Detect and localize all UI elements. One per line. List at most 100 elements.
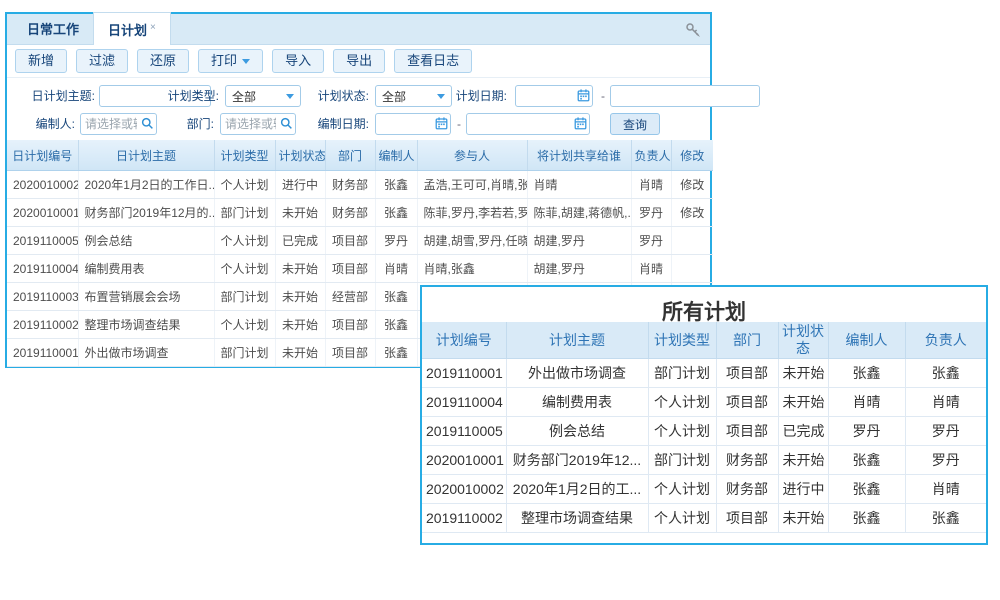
plan-type-label: 计划类型: bbox=[157, 85, 219, 107]
table-cell: 张鑫 bbox=[375, 283, 417, 311]
dept-label: 部门: bbox=[152, 113, 214, 135]
table-cell: 未开始 bbox=[275, 339, 325, 367]
plan-id-link[interactable]: 2020010002 bbox=[7, 171, 78, 199]
creator-input-wrap bbox=[80, 113, 157, 135]
plan-subject-link[interactable]: 编制费用表 bbox=[78, 255, 214, 283]
all-plans-title: 所有计划 bbox=[422, 287, 986, 322]
table-cell: 张鑫 bbox=[905, 359, 986, 388]
restore-button[interactable]: 还原 bbox=[137, 49, 189, 73]
calendar-icon[interactable] bbox=[435, 117, 448, 130]
col-header-owner: 负责人 bbox=[905, 322, 986, 359]
chevron-down-icon bbox=[437, 94, 445, 99]
table-cell: 项目部 bbox=[325, 227, 375, 255]
table-cell: 2020年1月2日的工... bbox=[506, 475, 648, 504]
col-header-subject: 计划主题 bbox=[506, 322, 648, 359]
created-date-from-wrap bbox=[375, 113, 451, 135]
table-cell: 肖晴 bbox=[905, 475, 986, 504]
add-button[interactable]: 新增 bbox=[15, 49, 67, 73]
owner-link[interactable]: 罗丹 bbox=[631, 199, 671, 227]
import-button[interactable]: 导入 bbox=[272, 49, 324, 73]
table-cell: 张鑫 bbox=[375, 339, 417, 367]
toolbar: 新增 过滤 还原 打印 导入 导出 查看日志 bbox=[7, 45, 710, 78]
filter-button[interactable]: 过滤 bbox=[76, 49, 128, 73]
col-header-plan-id: 日计划编号 bbox=[7, 140, 78, 171]
col-header-subject: 日计划主题 bbox=[78, 140, 214, 171]
table-cell: 财务部 bbox=[325, 171, 375, 199]
plan-id-link[interactable]: 2019110004 bbox=[7, 255, 78, 283]
calendar-icon[interactable] bbox=[574, 117, 587, 130]
plan-type-select[interactable]: 全部 bbox=[225, 85, 301, 107]
table-cell: 未开始 bbox=[778, 359, 828, 388]
tab-daily-work[interactable]: 日常工作 bbox=[13, 12, 93, 44]
search-button[interactable]: 查询 bbox=[610, 113, 660, 135]
participants-cell: 陈菲,罗丹,李若若,罗... bbox=[417, 199, 527, 227]
plan-date-to-input[interactable] bbox=[610, 85, 760, 107]
table-row: 2019110001外出做市场调查部门计划项目部未开始张鑫张鑫 bbox=[422, 359, 986, 388]
table-cell: 项目部 bbox=[325, 255, 375, 283]
export-button[interactable]: 导出 bbox=[333, 49, 385, 73]
modify-link[interactable]: 修改 bbox=[671, 171, 713, 199]
table-cell: 个人计划 bbox=[648, 417, 716, 446]
plan-id-link[interactable]: 2020010001 bbox=[7, 199, 78, 227]
table-cell: 项目部 bbox=[716, 417, 778, 446]
owner-link[interactable]: 罗丹 bbox=[631, 227, 671, 255]
calendar-icon[interactable] bbox=[577, 89, 590, 102]
plan-subject-link[interactable]: 外出做市场调查 bbox=[78, 339, 214, 367]
plan-subject-link[interactable]: 2020年1月2日的工作日... bbox=[78, 171, 214, 199]
table-cell: 张鑫 bbox=[375, 199, 417, 227]
owner-link[interactable]: 肖晴 bbox=[631, 171, 671, 199]
plan-subject-link[interactable]: 整理市场调查结果 bbox=[78, 311, 214, 339]
table-cell: 肖晴 bbox=[828, 388, 905, 417]
table-cell: 整理市场调查结果 bbox=[506, 504, 648, 533]
plan-date-to-wrap bbox=[610, 85, 760, 107]
table-cell: 未开始 bbox=[778, 388, 828, 417]
table-cell: 未开始 bbox=[275, 199, 325, 227]
share-with-cell: 肖晴 bbox=[527, 171, 631, 199]
table-cell: 2020010002 bbox=[422, 475, 506, 504]
plan-type-value: 全部 bbox=[232, 88, 256, 105]
key-icon[interactable] bbox=[685, 22, 701, 38]
table-cell: 项目部 bbox=[716, 359, 778, 388]
owner-link[interactable]: 肖晴 bbox=[631, 255, 671, 283]
table-cell: 经营部 bbox=[325, 283, 375, 311]
col-header-type: 计划类型 bbox=[648, 322, 716, 359]
table-cell: 2020010001 bbox=[422, 446, 506, 475]
col-header-status: 计划状态 bbox=[778, 322, 828, 359]
subject-label: 日计划主题: bbox=[11, 85, 95, 107]
table-cell: 肖晴 bbox=[905, 388, 986, 417]
view-log-button[interactable]: 查看日志 bbox=[394, 49, 472, 73]
table-cell: 财务部门2019年12... bbox=[506, 446, 648, 475]
table-cell: 个人计划 bbox=[648, 504, 716, 533]
col-header-creator: 编制人 bbox=[828, 322, 905, 359]
tab-daily-plan[interactable]: 日计划× bbox=[93, 12, 171, 45]
plan-id-link[interactable]: 2019110001 bbox=[7, 339, 78, 367]
col-header-share-with: 将计划共享给谁 bbox=[527, 140, 631, 171]
plan-subject-link[interactable]: 例会总结 bbox=[78, 227, 214, 255]
table-row: 20200100022020年1月2日的工作日...个人计划进行中财务部张鑫孟浩… bbox=[7, 171, 713, 199]
print-button[interactable]: 打印 bbox=[198, 49, 263, 73]
plan-id-link[interactable]: 2019110002 bbox=[7, 311, 78, 339]
table-cell: 财务部 bbox=[716, 475, 778, 504]
plan-subject-link[interactable]: 财务部门2019年12月的... bbox=[78, 199, 214, 227]
close-icon[interactable]: × bbox=[150, 22, 156, 33]
participants-cell: 孟浩,王可可,肖晴,张鑫 bbox=[417, 171, 527, 199]
table-row: 20200100022020年1月2日的工...个人计划财务部进行中张鑫肖晴 bbox=[422, 475, 986, 504]
table-cell: 财务部 bbox=[716, 446, 778, 475]
table-cell: 项目部 bbox=[325, 339, 375, 367]
table-cell: 未开始 bbox=[275, 311, 325, 339]
plan-subject-link[interactable]: 布置营销展会会场 bbox=[78, 283, 214, 311]
plan-status-select[interactable]: 全部 bbox=[375, 85, 452, 107]
table-cell: 肖晴 bbox=[375, 255, 417, 283]
search-icon[interactable] bbox=[280, 117, 293, 130]
date-range-separator: - bbox=[457, 113, 461, 135]
plan-id-link[interactable]: 2019110003 bbox=[7, 283, 78, 311]
table-row: 2020010001财务部门2019年12月的...部门计划未开始财务部张鑫陈菲… bbox=[7, 199, 713, 227]
plan-id-link[interactable]: 2019110005 bbox=[7, 227, 78, 255]
table-cell: 2019110005 bbox=[422, 417, 506, 446]
modify-link[interactable]: 修改 bbox=[671, 199, 713, 227]
table-cell: 2019110001 bbox=[422, 359, 506, 388]
created-date-to-input[interactable] bbox=[466, 113, 590, 135]
table-cell: 个人计划 bbox=[648, 388, 716, 417]
tab-bar: 日常工作 日计划× bbox=[7, 14, 710, 45]
table-cell: 个人计划 bbox=[648, 475, 716, 504]
